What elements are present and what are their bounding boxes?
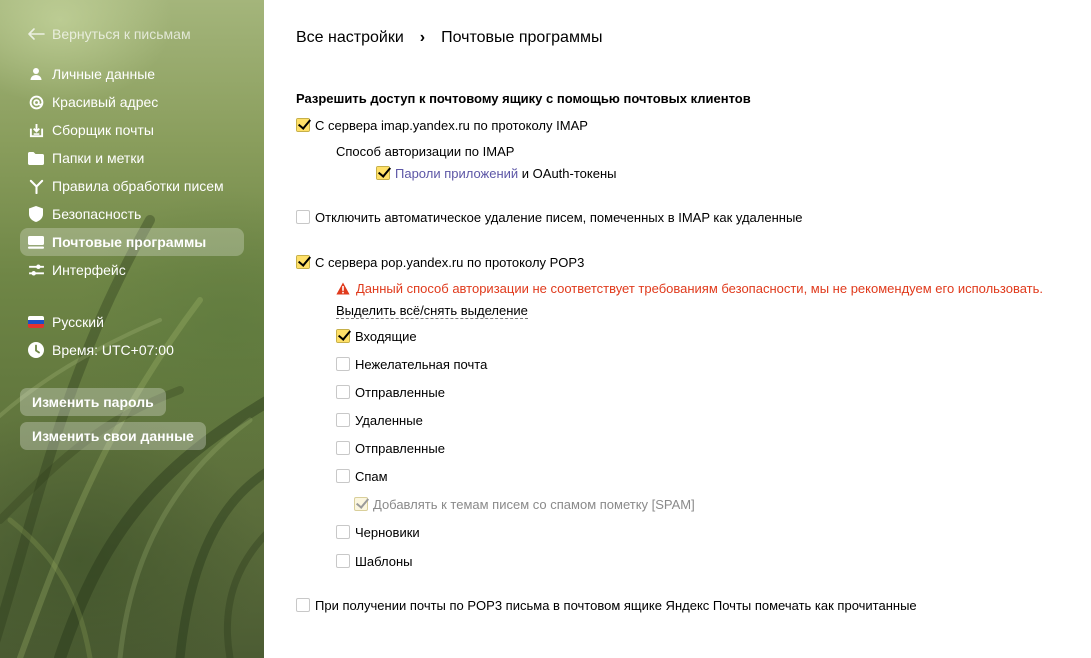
folder-option[interactable]: Спам (336, 467, 388, 485)
folder-checkbox[interactable] (336, 554, 350, 568)
sidebar-item-label: Папки и метки (52, 150, 145, 166)
mark-read-checkbox[interactable] (296, 598, 310, 612)
sidebar-item-label: Сборщик почты (52, 122, 154, 138)
folder-checkbox[interactable] (336, 329, 350, 343)
timezone-label: Время: UTC+07:00 (52, 342, 174, 358)
inbox-download-icon (28, 122, 44, 138)
folder-option[interactable]: Входящие (336, 327, 417, 345)
language-selector[interactable]: Русский (28, 312, 104, 332)
person-icon (28, 66, 44, 82)
sidebar-item-interface[interactable]: Интерфейс (20, 256, 244, 284)
sidebar: Вернуться к письмам Личные данные Красив… (0, 0, 264, 658)
folder-checkbox[interactable] (336, 357, 350, 371)
at-sign-icon (28, 94, 44, 110)
spam-tag-option[interactable]: Добавлять к темам писем со спамом пометк… (354, 495, 695, 513)
back-link-label: Вернуться к письмам (52, 26, 191, 42)
folder-label: Спам (355, 468, 388, 484)
select-all-link[interactable]: Выделить всё/снять выделение (336, 303, 528, 319)
breadcrumb-all-settings[interactable]: Все настройки (296, 29, 404, 47)
disable-autodelete-label: Отключить автоматическое удаление писем,… (315, 209, 803, 225)
folder-option[interactable]: Отправленные (336, 439, 445, 457)
timezone-selector[interactable]: Время: UTC+07:00 (28, 340, 174, 360)
folder-checkbox[interactable] (336, 441, 350, 455)
imap-label: С сервера imap.yandex.ru по протоколу IM… (315, 117, 588, 133)
spam-tag-label: Добавлять к темам писем со спамом пометк… (373, 496, 695, 512)
imap-auth-checkbox[interactable] (376, 166, 390, 180)
folder-checkbox[interactable] (336, 385, 350, 399)
sidebar-item-folders[interactable]: Папки и метки (20, 144, 244, 172)
folder-option[interactable]: Черновики (336, 523, 420, 541)
settings-nav: Личные данные Красивый адрес Сборщик поч… (20, 60, 244, 284)
sliders-icon (28, 262, 44, 278)
change-data-button[interactable]: Изменить свои данные (20, 422, 206, 450)
sidebar-item-label: Красивый адрес (52, 94, 159, 110)
sidebar-item-label: Интерфейс (52, 262, 126, 278)
sidebar-item-rules[interactable]: Правила обработки писем (20, 172, 244, 200)
clock-icon (28, 342, 44, 358)
arrow-left-icon (28, 28, 45, 40)
folder-label: Удаленные (355, 412, 423, 428)
folder-label: Входящие (355, 328, 417, 344)
sidebar-item-collector[interactable]: Сборщик почты (20, 116, 244, 144)
spam-tag-checkbox[interactable] (354, 497, 368, 511)
pop3-option[interactable]: С сервера pop.yandex.ru по протоколу POP… (296, 253, 584, 271)
sidebar-item-label: Личные данные (52, 66, 156, 82)
pop3-checkbox[interactable] (296, 255, 310, 269)
shield-icon (28, 206, 44, 222)
mark-read-option[interactable]: При получении почты по POP3 письма в поч… (296, 596, 917, 614)
mail-client-icon (28, 234, 44, 250)
folder-checkbox[interactable] (336, 525, 350, 539)
app-passwords-link[interactable]: Пароли приложений (395, 166, 518, 181)
sidebar-item-label: Безопасность (52, 206, 142, 222)
folder-checkbox[interactable] (336, 469, 350, 483)
folder-label: Нежелательная почта (355, 356, 488, 372)
folder-label: Черновики (355, 524, 420, 540)
disable-autodelete-checkbox[interactable] (296, 210, 310, 224)
sidebar-item-label: Правила обработки писем (52, 178, 224, 194)
mark-read-label: При получении почты по POP3 письма в поч… (315, 597, 917, 613)
folder-option[interactable]: Отправленные (336, 383, 445, 401)
sidebar-item-mail-clients[interactable]: Почтовые программы (20, 228, 244, 256)
imap-auth-heading: Способ авторизации по IMAP (336, 144, 515, 159)
russian-flag-icon (28, 314, 44, 330)
pop3-label: С сервера pop.yandex.ru по протоколу POP… (315, 254, 585, 270)
section-title: Разрешить доступ к почтовому ящику с пом… (296, 91, 751, 106)
folder-label: Отправленные (355, 384, 445, 400)
breadcrumb-current: Почтовые программы (441, 29, 603, 46)
sidebar-item-security[interactable]: Безопасность (20, 200, 244, 228)
warning-triangle-icon (336, 282, 350, 295)
pop3-warning: Данный способ авторизации не соответству… (336, 281, 1043, 296)
breadcrumb: Все настройки › Почтовые программы (296, 28, 602, 48)
fork-rules-icon (28, 178, 44, 194)
change-password-button[interactable]: Изменить пароль (20, 388, 166, 416)
sidebar-item-address[interactable]: Красивый адрес (20, 88, 244, 116)
back-to-mail-link[interactable]: Вернуться к письмам (27, 24, 191, 44)
language-label: Русский (52, 314, 104, 330)
folder-option[interactable]: Нежелательная почта (336, 355, 487, 373)
folder-label: Шаблоны (355, 553, 413, 569)
disable-autodelete-option[interactable]: Отключить автоматическое удаление писем,… (296, 208, 803, 226)
folder-checkbox[interactable] (336, 413, 350, 427)
imap-option[interactable]: С сервера imap.yandex.ru по протоколу IM… (296, 116, 588, 134)
folder-label: Отправленные (355, 440, 445, 456)
folder-option[interactable]: Удаленные (336, 411, 423, 429)
imap-auth-option[interactable]: Пароли приложений и OAuth-токены (376, 164, 616, 182)
folder-option[interactable]: Шаблоны (336, 552, 413, 570)
chevron-right-icon: › (419, 29, 426, 46)
sidebar-item-personal[interactable]: Личные данные (20, 60, 244, 88)
folder-icon (28, 150, 44, 166)
pop3-warning-text: Данный способ авторизации не соответству… (356, 281, 1044, 296)
imap-auth-rest: и OAuth-токены (518, 165, 617, 181)
imap-checkbox[interactable] (296, 118, 310, 132)
sidebar-item-label: Почтовые программы (52, 234, 207, 250)
